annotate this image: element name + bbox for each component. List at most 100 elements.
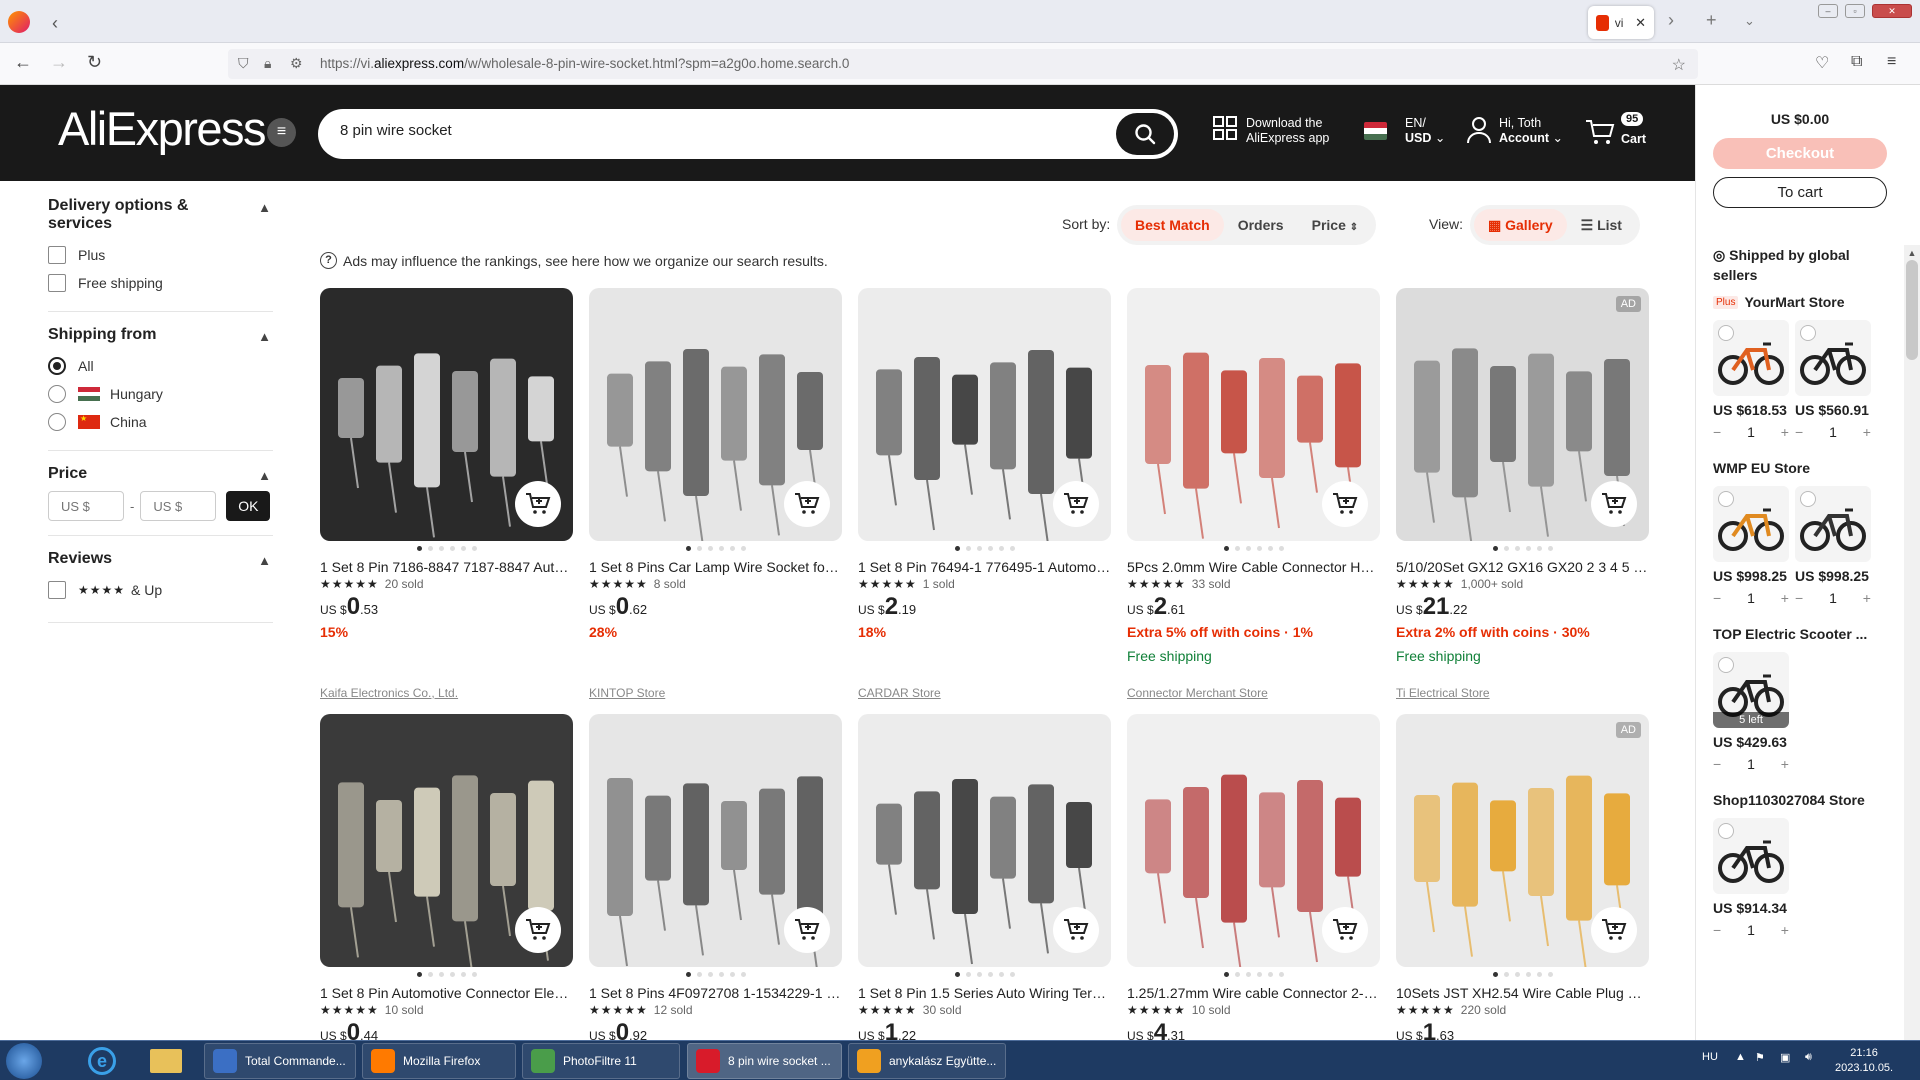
reload-icon[interactable]: ↻: [87, 52, 102, 73]
product-title[interactable]: 5Pcs 2.0mm Wire Cable Connector HY2.0 Pl…: [1127, 558, 1380, 576]
image-carousel-dots[interactable]: [1396, 972, 1649, 978]
cart-item-checkbox[interactable]: [1718, 657, 1734, 673]
plus-icon[interactable]: +: [1781, 756, 1789, 772]
plus-icon[interactable]: +: [1781, 922, 1789, 938]
add-to-cart-button[interactable]: [1591, 907, 1637, 953]
taskbar-button[interactable]: anykalász Együtte...: [848, 1043, 1006, 1079]
product-card[interactable]: 1 Set 8 Pins 4F0972708 1-1534229-1 Conne…: [589, 714, 842, 1040]
collapse-chevron-icon[interactable]: ▲: [258, 467, 271, 485]
product-image[interactable]: AD: [1396, 288, 1649, 541]
pocket-icon[interactable]: ♡: [1815, 53, 1829, 73]
plus-icon[interactable]: +: [1781, 590, 1789, 606]
system-clock[interactable]: 21:16 2023.10.05.: [1835, 1046, 1893, 1076]
product-card[interactable]: 1.25/1.27mm Wire cable Connector 2-10 Pi…: [1127, 714, 1380, 1040]
plus-icon[interactable]: +: [1863, 424, 1871, 440]
volume-icon[interactable]: 🔊︎: [1805, 1051, 1812, 1064]
minus-icon[interactable]: −: [1795, 590, 1803, 606]
sort-best-match[interactable]: Best Match: [1121, 209, 1224, 241]
cart-store-name[interactable]: TOP Electric Scooter ...: [1713, 626, 1893, 642]
close-window-icon[interactable]: ✕: [1872, 4, 1912, 18]
product-card[interactable]: 1 Set 8 Pin 1.5 Series Auto Wiring Termi…: [858, 714, 1111, 1040]
cart-item-image[interactable]: [1795, 486, 1871, 562]
view-gallery[interactable]: ▦ Gallery: [1474, 209, 1567, 241]
cart-store-name[interactable]: WMP EU Store: [1713, 460, 1893, 476]
quantity-value[interactable]: 1: [1829, 590, 1837, 606]
cart-item-image[interactable]: [1713, 818, 1789, 894]
cart-item-checkbox[interactable]: [1718, 491, 1734, 507]
checkbox[interactable]: [48, 246, 66, 264]
browser-tab-active[interactable]: vi ✕: [1588, 6, 1654, 39]
add-to-cart-button[interactable]: [1322, 481, 1368, 527]
add-to-cart-button[interactable]: [515, 481, 561, 527]
image-carousel-dots[interactable]: [858, 972, 1111, 978]
network-icon[interactable]: ▣: [1780, 1051, 1790, 1064]
image-carousel-dots[interactable]: [589, 546, 842, 552]
checkout-button[interactable]: Checkout: [1713, 138, 1887, 169]
add-to-cart-button[interactable]: [784, 481, 830, 527]
plus-icon[interactable]: +: [1863, 590, 1871, 606]
product-card[interactable]: 1 Set 8 Pin Automotive Connector Electri…: [320, 714, 573, 1040]
checkbox[interactable]: [48, 274, 66, 292]
aliexpress-logo[interactable]: AliExpress: [58, 101, 267, 156]
reviews-4-up[interactable]: ★★★★ & Up: [48, 576, 273, 604]
product-card[interactable]: 1 Set 8 Pins Car Lamp Wire Socket for Au…: [589, 288, 842, 700]
cart-scrollbar[interactable]: ▲: [1904, 245, 1920, 1040]
add-to-cart-button[interactable]: [1053, 481, 1099, 527]
firefox-menu-icon[interactable]: [8, 11, 30, 33]
cart-item-checkbox[interactable]: [1718, 823, 1734, 839]
product-card[interactable]: AD 5/10/20Set GX12 GX16 GX20 2 3 4 5 6 7 …: [1396, 288, 1649, 700]
image-carousel-dots[interactable]: [320, 972, 573, 978]
product-image[interactable]: [858, 288, 1111, 541]
cart-item-checkbox[interactable]: [1800, 491, 1816, 507]
product-card[interactable]: 1 Set 8 Pin 76494-1 776495-1 Automotive …: [858, 288, 1111, 700]
minus-icon[interactable]: −: [1713, 922, 1721, 938]
store-link[interactable]: Connector Merchant Store: [1127, 686, 1268, 700]
tab-scroll-left-icon[interactable]: ‹: [52, 13, 58, 34]
file-explorer-icon[interactable]: [150, 1049, 182, 1073]
language-indicator[interactable]: HU: [1702, 1051, 1718, 1063]
product-title[interactable]: 1 Set 8 Pins Car Lamp Wire Socket for Au…: [589, 558, 842, 576]
quantity-value[interactable]: 1: [1747, 922, 1755, 938]
shield-icon[interactable]: ⛉: [238, 55, 249, 72]
image-carousel-dots[interactable]: [589, 972, 842, 978]
collapse-chevron-icon[interactable]: ▲: [258, 199, 271, 217]
checkbox[interactable]: [48, 581, 66, 599]
ads-notice[interactable]: ? Ads may influence the rankings, see he…: [320, 252, 828, 269]
price-min-input[interactable]: [48, 491, 124, 521]
product-title[interactable]: 1 Set 8 Pins 4F0972708 1-1534229-1 Conne…: [589, 984, 842, 1002]
product-title[interactable]: 1 Set 8 Pin 7186-8847 7187-8847 Automoti…: [320, 558, 573, 576]
product-card[interactable]: AD 10Sets JST XH2.54 Wire Cable Plug Conn…: [1396, 714, 1649, 1040]
url-bar[interactable]: ⛉ 🔒︎ ⚙ https://vi.aliexpress.com/w/whole…: [228, 49, 1698, 79]
minimize-icon[interactable]: –: [1818, 4, 1838, 18]
minus-icon[interactable]: −: [1713, 424, 1721, 440]
image-carousel-dots[interactable]: [1396, 546, 1649, 552]
download-app-link[interactable]: Download the AliExpress app: [1213, 116, 1329, 146]
taskbar-button[interactable]: 8 pin wire socket ...: [687, 1043, 842, 1079]
image-carousel-dots[interactable]: [1127, 546, 1380, 552]
categories-menu-icon[interactable]: ≡: [267, 118, 296, 147]
action-center-icon[interactable]: ⚑: [1755, 1051, 1765, 1064]
start-button[interactable]: [6, 1043, 42, 1079]
bookmark-star-icon[interactable]: ☆: [1672, 55, 1686, 75]
cart-item-image[interactable]: [1713, 320, 1789, 396]
tab-scroll-right-icon[interactable]: ›: [1668, 10, 1674, 31]
cart-store-name[interactable]: Shop1103027084 Store: [1713, 792, 1893, 808]
add-to-cart-button[interactable]: [1591, 481, 1637, 527]
filter-option-plus[interactable]: Plus: [48, 241, 273, 269]
language-currency-selector[interactable]: EN/ USD ⌄: [1405, 116, 1445, 146]
lock-icon[interactable]: 🔒︎: [264, 55, 271, 72]
new-tab-icon[interactable]: +: [1706, 10, 1717, 31]
product-image[interactable]: [589, 714, 842, 967]
minus-icon[interactable]: −: [1713, 590, 1721, 606]
image-carousel-dots[interactable]: [320, 546, 573, 552]
tab-close-icon[interactable]: ✕: [1635, 15, 1646, 31]
ship-from-china[interactable]: ★ China: [48, 408, 273, 436]
store-link[interactable]: CARDAR Store: [858, 686, 941, 700]
product-title[interactable]: 5/10/20Set GX12 GX16 GX20 2 3 4 5 6 7 8 …: [1396, 558, 1649, 576]
url-text[interactable]: https://vi.aliexpress.com/w/wholesale-8-…: [320, 56, 849, 71]
account-menu[interactable]: Hi, Toth Account ⌄: [1466, 116, 1563, 146]
permissions-icon[interactable]: ⚙: [290, 55, 303, 72]
cart-store-name[interactable]: Plus YourMart Store: [1713, 294, 1893, 310]
radio-selected[interactable]: [48, 357, 66, 375]
taskbar-button[interactable]: Total Commande...: [204, 1043, 356, 1079]
